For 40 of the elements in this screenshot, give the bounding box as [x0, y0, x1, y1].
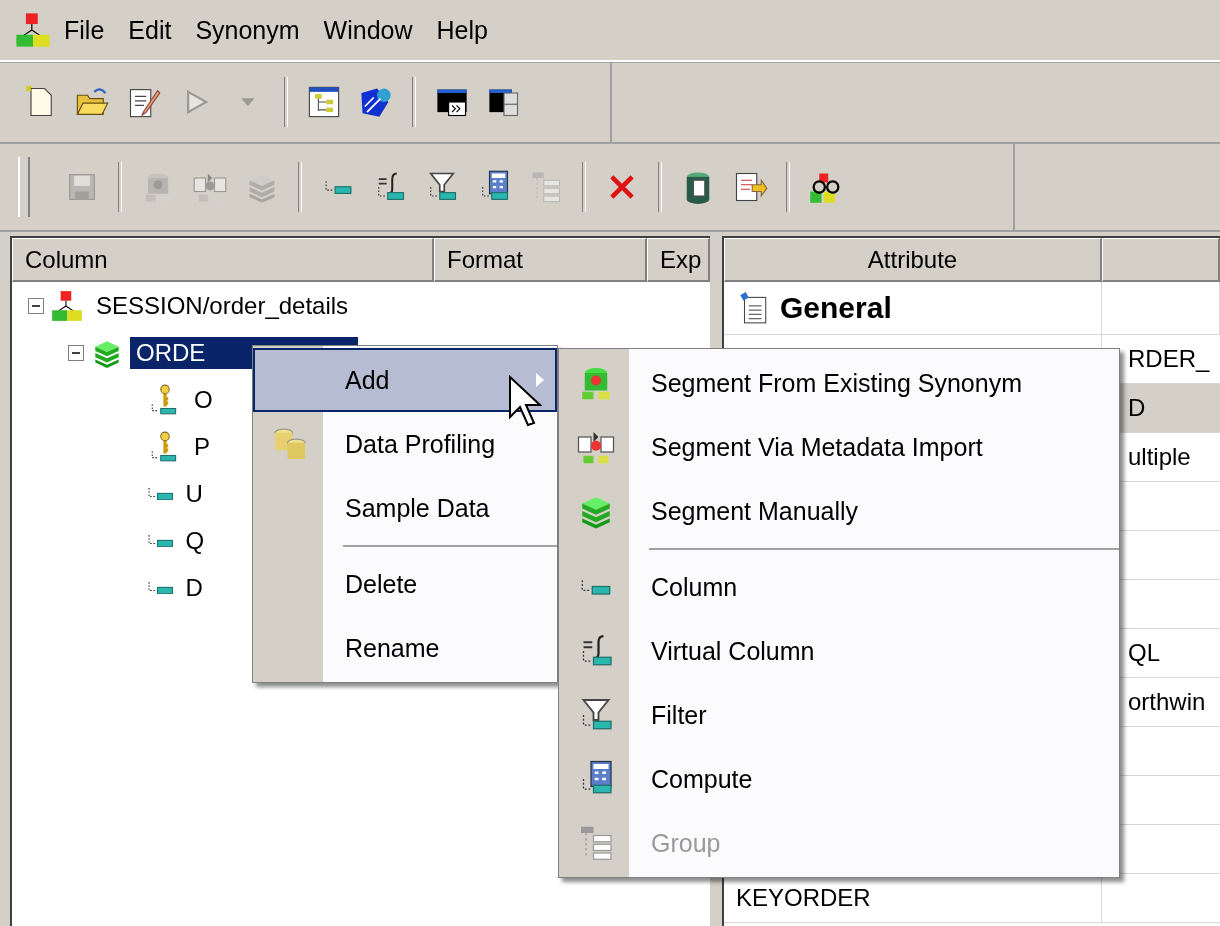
caret-icon [240, 96, 256, 108]
column-icon [324, 179, 352, 195]
tree-window-icon [306, 84, 342, 120]
blocks-icon [50, 288, 84, 323]
menu-item[interactable]: Rename [253, 616, 557, 680]
submenu-arrow-icon [535, 372, 545, 388]
menu-bar-item[interactable]: Help [424, 15, 500, 45]
tree-item[interactable]: U [179, 477, 209, 510]
menu-bar-item[interactable]: File [52, 15, 117, 45]
column-icon [148, 533, 174, 548]
section-title: General [780, 291, 892, 325]
tree-item[interactable]: Q [179, 524, 211, 557]
app-logo-icon [14, 11, 52, 49]
column-header[interactable]: Format [434, 238, 647, 282]
menu-bar-item[interactable]: Edit [116, 15, 184, 45]
menu-item[interactable]: Data Profiling [253, 412, 557, 476]
tree-item[interactable]: O [188, 383, 219, 416]
menu-item[interactable]: Segment Manually [559, 479, 1119, 543]
column-icon [148, 580, 174, 595]
menu-item[interactable]: Compute [559, 747, 1119, 811]
menu-bar-item[interactable]: Synonym [183, 15, 312, 45]
collapse-icon[interactable] [68, 344, 84, 361]
column-header[interactable]: Attribute [724, 238, 1102, 282]
column-header[interactable]: Column [12, 238, 434, 282]
menu-item[interactable]: Column [559, 555, 1119, 619]
menu-bar-item[interactable]: Window [311, 15, 425, 45]
tree-item[interactable]: P [188, 430, 216, 463]
column-icon [148, 486, 174, 501]
column-header[interactable] [1102, 238, 1220, 282]
tree-item[interactable]: SESSION/order_details [90, 289, 355, 322]
menu-item[interactable]: Add [253, 348, 557, 412]
menu-item[interactable]: Sample Data [253, 476, 557, 540]
column-header[interactable]: Exp [647, 238, 710, 282]
toolbar-grip[interactable] [18, 157, 30, 217]
table-cell: KEYORDER [736, 884, 871, 912]
menu-item[interactable]: Delete [253, 552, 557, 616]
tree-item[interactable]: D [179, 571, 209, 604]
mouse-pointer-icon [508, 375, 542, 427]
collapse-icon[interactable] [28, 297, 44, 314]
column-icon [581, 578, 611, 596]
